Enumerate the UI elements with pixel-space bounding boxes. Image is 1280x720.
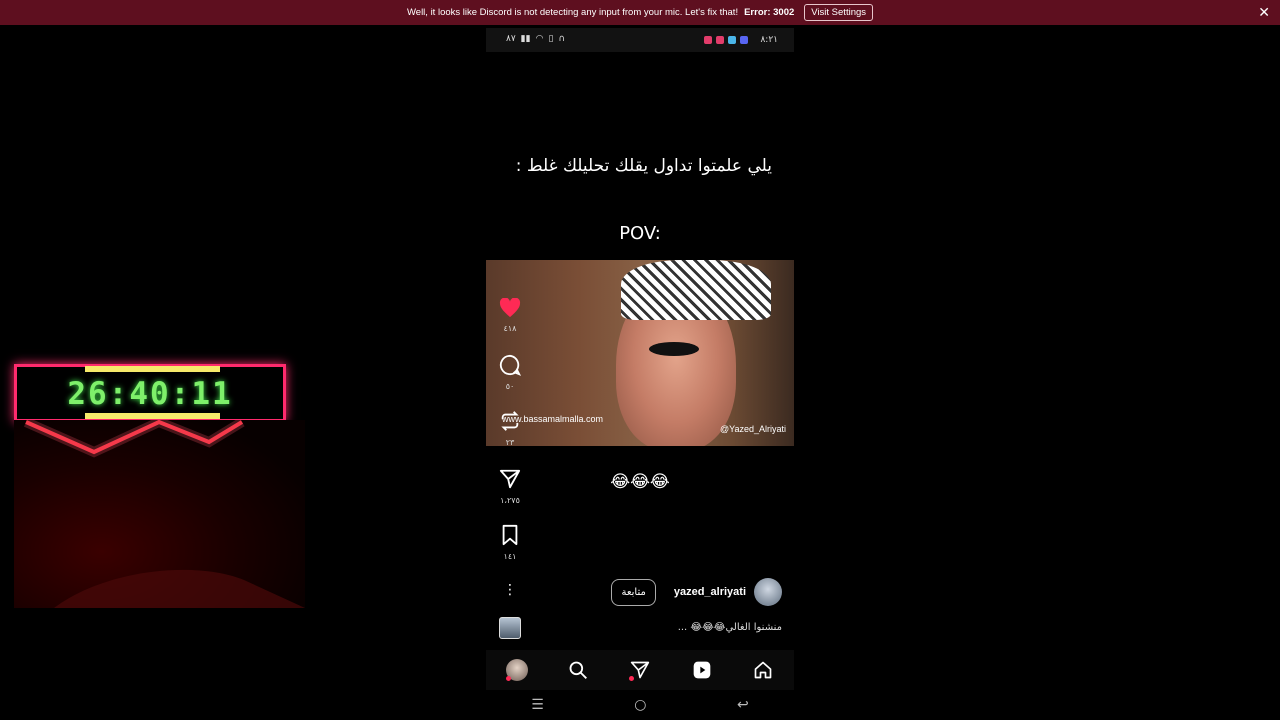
more-options-icon[interactable]: ⋮ <box>496 582 524 598</box>
post-caption: يلي علمتوا تداول يقلك تحليلك غلط : <box>515 156 772 176</box>
webcam-glow-area <box>14 420 305 608</box>
send-icon <box>499 469 521 489</box>
nav-profile[interactable] <box>504 657 530 683</box>
back-icon[interactable]: ↩ <box>737 697 749 713</box>
share-count: ١،٢٧٥ <box>500 496 520 505</box>
repost-count: ٢٣ <box>505 438 515 447</box>
author-username[interactable]: yazed_alriyati <box>674 586 746 598</box>
app-icon <box>704 36 712 44</box>
save-button[interactable]: ١٤١ <box>496 524 524 561</box>
android-navigation: ☰ ○ ↩ <box>486 690 794 720</box>
timer-frame: 26:40:11 <box>14 364 286 422</box>
nav-reels[interactable] <box>689 657 715 683</box>
search-icon <box>569 661 588 679</box>
home-circle-icon[interactable]: ○ <box>634 697 646 713</box>
bottom-nav <box>486 650 794 690</box>
heart-icon <box>499 297 521 318</box>
post-description[interactable]: منشنوا الغالي😂😂😂 ... <box>678 622 782 633</box>
visit-settings-button[interactable]: Visit Settings <box>804 4 874 21</box>
vibrate-icon: ▯ <box>548 34 554 44</box>
home-icon <box>754 661 772 679</box>
system-icons: ٨٧ ▮▮ ◠ ▯ ∩ <box>506 34 565 44</box>
comment-count: ٥٠ <box>505 382 515 391</box>
follow-button[interactable]: متابعة <box>611 578 656 606</box>
neon-chevron-graphic <box>23 420 305 608</box>
app-icon <box>728 36 736 44</box>
post-author: متابعة yazed_alriyati <box>611 578 782 606</box>
status-bar: ٨٧ ▮▮ ◠ ▯ ∩ ٨:٢١ <box>486 28 794 52</box>
save-count: ١٤١ <box>503 552 517 561</box>
bookmark-icon <box>502 524 518 546</box>
video-headscarf <box>621 260 771 320</box>
video-mustache <box>649 342 699 356</box>
comment-button[interactable]: ٥٠ <box>496 354 524 391</box>
signal-icon: ▮▮ <box>520 34 531 44</box>
timer-accent-top <box>85 366 220 372</box>
emoji-text: 😂😂😂 <box>610 472 670 492</box>
phone-screen: ٨٧ ▮▮ ◠ ▯ ∩ ٨:٢١ يلي علمتوا تداول يقلك ت… <box>486 28 794 720</box>
headphone-icon: ∩ <box>558 34 565 44</box>
discord-notice-bar: Well, it looks like Discord is not detec… <box>0 0 1280 25</box>
like-button[interactable]: ٤١٨ <box>496 297 524 333</box>
post-caption-pov: POV: <box>619 223 661 244</box>
app-icon <box>716 36 724 44</box>
clock: ٨:٢١ <box>760 35 778 45</box>
author-avatar[interactable] <box>754 578 782 606</box>
like-count: ٤١٨ <box>503 324 517 333</box>
nav-messages[interactable] <box>627 657 653 683</box>
discord-icon <box>740 36 748 44</box>
nav-search[interactable] <box>565 657 591 683</box>
timer-accent-bottom <box>85 413 220 419</box>
battery-icon: ٨٧ <box>506 34 516 44</box>
video-frame[interactable]: www.bassamalmalla.com @Yazed_Alriyati <box>486 260 794 446</box>
repost-icon <box>501 411 519 431</box>
recent-apps-icon[interactable]: ☰ <box>531 697 544 713</box>
close-icon[interactable]: ✕ <box>1258 4 1270 21</box>
video-watermark-right: @Yazed_Alriyati <box>720 424 786 434</box>
notification-dot <box>628 676 634 681</box>
nav-home[interactable] <box>750 657 776 683</box>
wifi-icon: ◠ <box>535 34 544 44</box>
notice-error-code: Error: 3002 <box>744 7 795 18</box>
audio-thumbnail[interactable] <box>499 617 521 639</box>
notice-message: Well, it looks like Discord is not detec… <box>406 7 739 18</box>
comment-icon <box>499 354 522 376</box>
repost-button[interactable]: ٢٣ <box>496 410 524 447</box>
timer-display: 26:40:11 <box>67 376 233 412</box>
share-button[interactable]: ١،٢٧٥ <box>496 468 524 505</box>
reels-icon <box>693 661 710 679</box>
notification-app-icons <box>704 36 748 44</box>
notification-dot <box>505 676 511 681</box>
timer-overlay: 26:40:11 <box>14 364 286 422</box>
